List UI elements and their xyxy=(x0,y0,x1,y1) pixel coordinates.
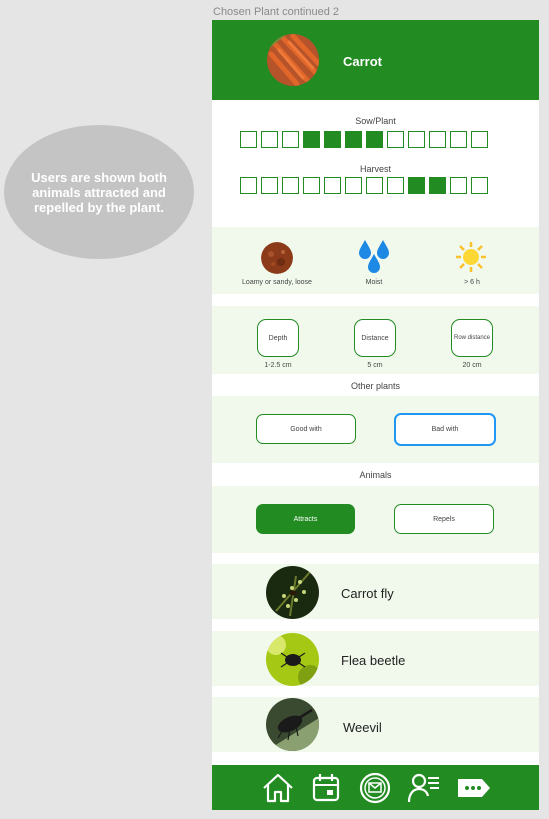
sow-month-box-10 xyxy=(429,131,446,148)
weevil-image xyxy=(266,698,319,751)
sow-month-box-7 xyxy=(366,131,383,148)
harvest-month-box-3 xyxy=(282,177,299,194)
row-distance-button[interactable]: Row distance xyxy=(451,319,493,357)
sow-month-box-8 xyxy=(387,131,404,148)
annotation-note: Users are shown both animals attracted a… xyxy=(4,125,194,259)
profile-list-icon[interactable] xyxy=(407,771,441,805)
repels-button[interactable]: Repels xyxy=(394,504,494,534)
animal-name: Carrot fly xyxy=(341,586,394,601)
harvest-months xyxy=(240,177,488,194)
other-plants-title: Other plants xyxy=(350,381,401,391)
calendar-icon[interactable] xyxy=(309,771,343,805)
phone-screen: Carrot Sow/Plant Harvest Loamy or sandy,… xyxy=(212,20,539,810)
good-with-button[interactable]: Good with xyxy=(256,414,356,444)
depth-button[interactable]: Depth xyxy=(257,319,299,357)
carrot-fly-image xyxy=(266,566,319,619)
flea-beetle-image xyxy=(266,633,319,686)
annotation-text: Users are shown both animals attracted a… xyxy=(31,169,167,215)
sow-month-box-4 xyxy=(303,131,320,148)
harvest-month-box-5 xyxy=(324,177,341,194)
sow-months xyxy=(240,131,488,148)
depth-value: 1-2.5 cm xyxy=(264,362,292,369)
mail-icon[interactable] xyxy=(358,771,392,805)
soil-text: Loamy or sandy, loose xyxy=(242,279,312,286)
harvest-month-box-6 xyxy=(345,177,362,194)
row-distance-label: Row distance xyxy=(453,335,491,341)
plant-header: Carrot xyxy=(212,20,539,100)
row-distance-value: 20 cm xyxy=(462,362,482,369)
harvest-month-box-4 xyxy=(303,177,320,194)
animals-title: Animals xyxy=(359,470,392,480)
bad-with-button[interactable]: Bad with xyxy=(394,413,496,446)
sow-month-box-3 xyxy=(282,131,299,148)
animal-name: Flea beetle xyxy=(341,653,406,668)
sow-month-box-9 xyxy=(408,131,425,148)
sow-label: Sow/Plant xyxy=(355,116,396,126)
water-drops-icon xyxy=(359,240,389,273)
home-icon[interactable] xyxy=(261,771,295,805)
water-text: Moist xyxy=(365,279,383,286)
carrot-image xyxy=(267,34,319,86)
sun-text: > 6 h xyxy=(464,279,480,286)
sow-month-box-2 xyxy=(261,131,278,148)
harvest-label: Harvest xyxy=(359,164,391,174)
harvest-month-box-1 xyxy=(240,177,257,194)
sun-icon xyxy=(456,242,486,272)
more-icon[interactable] xyxy=(456,771,492,805)
animal-name: Weevil xyxy=(343,720,382,735)
sow-month-box-12 xyxy=(471,131,488,148)
distance-value: 5 cm xyxy=(367,362,383,369)
harvest-month-box-10 xyxy=(429,177,446,194)
harvest-month-box-12 xyxy=(471,177,488,194)
harvest-month-box-7 xyxy=(366,177,383,194)
plant-name: Carrot xyxy=(343,54,383,69)
sow-month-box-1 xyxy=(240,131,257,148)
sow-month-box-6 xyxy=(345,131,362,148)
depth-label: Depth xyxy=(268,334,288,342)
bottom-nav xyxy=(212,765,539,810)
harvest-month-box-8 xyxy=(387,177,404,194)
harvest-month-box-2 xyxy=(261,177,278,194)
attracts-button[interactable]: Attracts xyxy=(256,504,355,534)
sow-month-box-5 xyxy=(324,131,341,148)
sow-month-box-11 xyxy=(450,131,467,148)
distance-button[interactable]: Distance xyxy=(354,319,396,357)
harvest-month-box-9 xyxy=(408,177,425,194)
distance-label: Distance xyxy=(361,334,389,342)
frame-label: Chosen Plant continued 2 xyxy=(213,6,339,18)
soil-icon xyxy=(261,242,293,274)
harvest-month-box-11 xyxy=(450,177,467,194)
